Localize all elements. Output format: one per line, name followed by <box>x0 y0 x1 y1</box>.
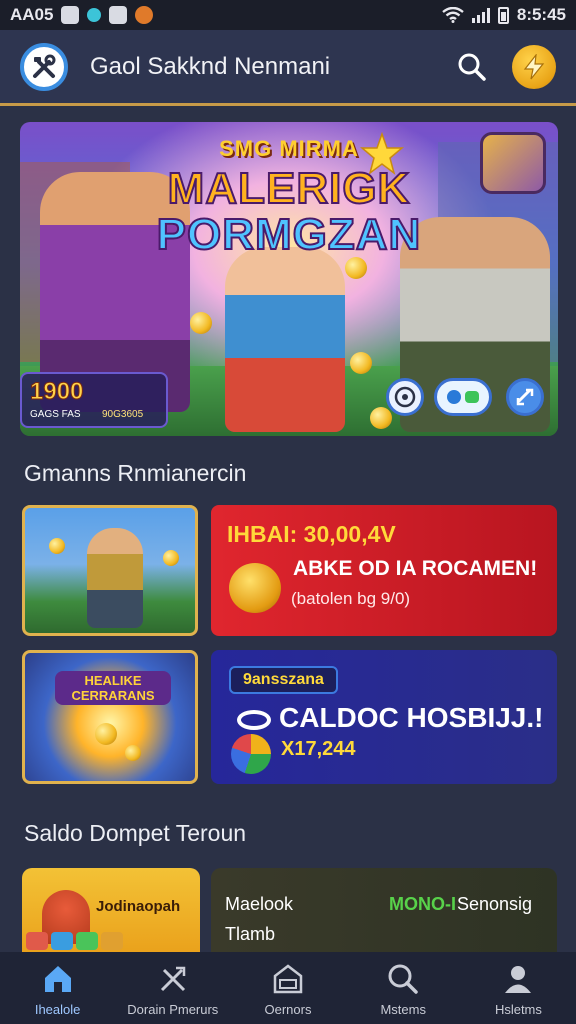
mail-icon <box>61 6 80 24</box>
tools-logo-icon <box>33 54 56 78</box>
nav-item-home[interactable]: Ihealole <box>0 952 115 1024</box>
game-thumbnail-2[interactable]: HEALIKE CERRARANS <box>22 650 198 784</box>
app-logo[interactable] <box>20 42 68 91</box>
status-carrier-text: AA05 <box>10 5 54 24</box>
wallet-row2: Tlamb <box>225 924 276 944</box>
hero-title-line1: MALERIGK <box>167 163 411 214</box>
promo-red-main: ABKE OD IA ROCAMEN! <box>293 557 538 580</box>
thumbnail-2-title: HEALIKE CERRARANS <box>55 671 171 705</box>
hero-stat-sub: 90G3605 <box>102 409 144 420</box>
wallet-status-text: Senonsig <box>457 894 533 914</box>
wallet-card-right[interactable]: Maelook Tlamb MONO-I Senonsig <box>211 868 557 952</box>
app-notification-icon <box>87 8 102 22</box>
promo-blue-amount: X17,244 <box>281 738 356 760</box>
wallet-card-left[interactable]: Jodinaopah <box>22 868 200 952</box>
gamepad-icon <box>394 386 416 408</box>
bottom-nav: Ihealole Dorain Pmerurs Oernors Mstems H… <box>0 952 576 1024</box>
battery-icon <box>497 6 509 24</box>
promo-card-jackpot[interactable]: 9ansszana CALDOC HOSBIJJ.! X17,244 <box>211 650 557 784</box>
nav-item-tools[interactable]: Dorain Pmerurs <box>115 952 230 1024</box>
promo-red-title: IHBAI: 30,00,4V <box>227 521 396 547</box>
promo-red-sub: (batolen bg 9/0) <box>291 589 411 608</box>
profile-icon <box>505 966 532 993</box>
nav-label-search: Mstems <box>380 1002 426 1017</box>
status-time: 8:5:45 <box>516 5 566 24</box>
promo-blue-badge: 9ansszana <box>229 666 338 694</box>
wallet-left-label: Jodinaopah <box>96 898 181 915</box>
hero-character-center <box>225 247 345 432</box>
tools-icon <box>160 966 186 992</box>
play-toggle-button[interactable] <box>434 378 492 416</box>
coin-icon <box>95 723 117 745</box>
coin-icon <box>125 745 141 761</box>
wallet-row1: Maelook <box>225 894 294 914</box>
hero-stat-label: GAGS FAS <box>30 409 81 420</box>
nav-label-store: Oernors <box>264 1002 312 1017</box>
eye-icon <box>237 710 271 730</box>
app-title: Gaol Sakknd Nenmani <box>90 52 331 80</box>
status-right: 8:5:45 <box>442 5 566 25</box>
wallet-status: MONO-I <box>389 894 456 914</box>
nav-item-store[interactable]: Oernors <box>230 952 345 1024</box>
signal-icon <box>471 7 490 23</box>
status-left: AA05 <box>10 5 154 25</box>
promo-card-tournament[interactable]: IHBAI: 30,00,4V ABKE OD IA ROCAMEN! (bat… <box>211 505 557 636</box>
nav-item-profile[interactable]: Hsletms <box>461 952 576 1024</box>
hero-stat-value: 1900 <box>30 378 84 406</box>
coin-icon <box>190 312 212 334</box>
store-icon <box>273 964 303 994</box>
promotions-section-title: Gmanns Rnmianercin <box>24 460 247 486</box>
nav-label-tools: Dorain Pmerurs <box>127 1002 219 1017</box>
rewards-button[interactable] <box>512 44 556 89</box>
gamepad-button[interactable] <box>386 378 424 416</box>
link-icon <box>516 388 534 406</box>
coin-icon <box>350 352 372 374</box>
app-header: Gaol Sakknd Nenmani <box>0 30 576 106</box>
hero-banner[interactable]: SMG MIRMA MALERIGK PORMGZAN 1900 GAGS FA… <box>20 122 558 436</box>
wallet-section-title: Saldo Dompet Teroun <box>24 820 247 846</box>
coin-icon <box>163 550 179 566</box>
search-button[interactable] <box>454 49 490 85</box>
hero-title-line2: PORMGZAN <box>156 209 422 260</box>
ball-icon <box>231 734 271 774</box>
search-icon <box>388 964 418 994</box>
nav-label-home: Ihealole <box>34 1002 81 1017</box>
game-notification-icon <box>135 6 154 24</box>
home-icon <box>44 966 71 992</box>
coin-icon <box>345 257 367 279</box>
nav-item-search[interactable]: Mstems <box>346 952 461 1024</box>
status-bar: AA05 8:5:45 <box>0 0 576 30</box>
coin-icon <box>49 538 65 554</box>
toggle-icon <box>447 390 479 404</box>
game-thumbnail-1[interactable] <box>22 505 198 636</box>
thumbnail-character <box>87 528 143 628</box>
share-button[interactable] <box>506 378 544 416</box>
hero-stat-panel: 1900 GAGS FAS 90G3605 <box>20 372 168 428</box>
promo-blue-main: CALDOC HOSBIJJ.! <box>279 702 544 733</box>
gallery-icon <box>109 6 128 24</box>
coin-icon <box>370 407 392 429</box>
search-icon <box>458 53 486 81</box>
hero-subtitle: SMG MIRMA <box>219 136 359 161</box>
trophy-icon <box>229 563 281 613</box>
lightning-icon <box>523 53 545 79</box>
wallet-tiles <box>26 932 123 950</box>
wifi-icon <box>442 7 464 23</box>
nav-label-profile: Hsletms <box>494 1002 542 1017</box>
